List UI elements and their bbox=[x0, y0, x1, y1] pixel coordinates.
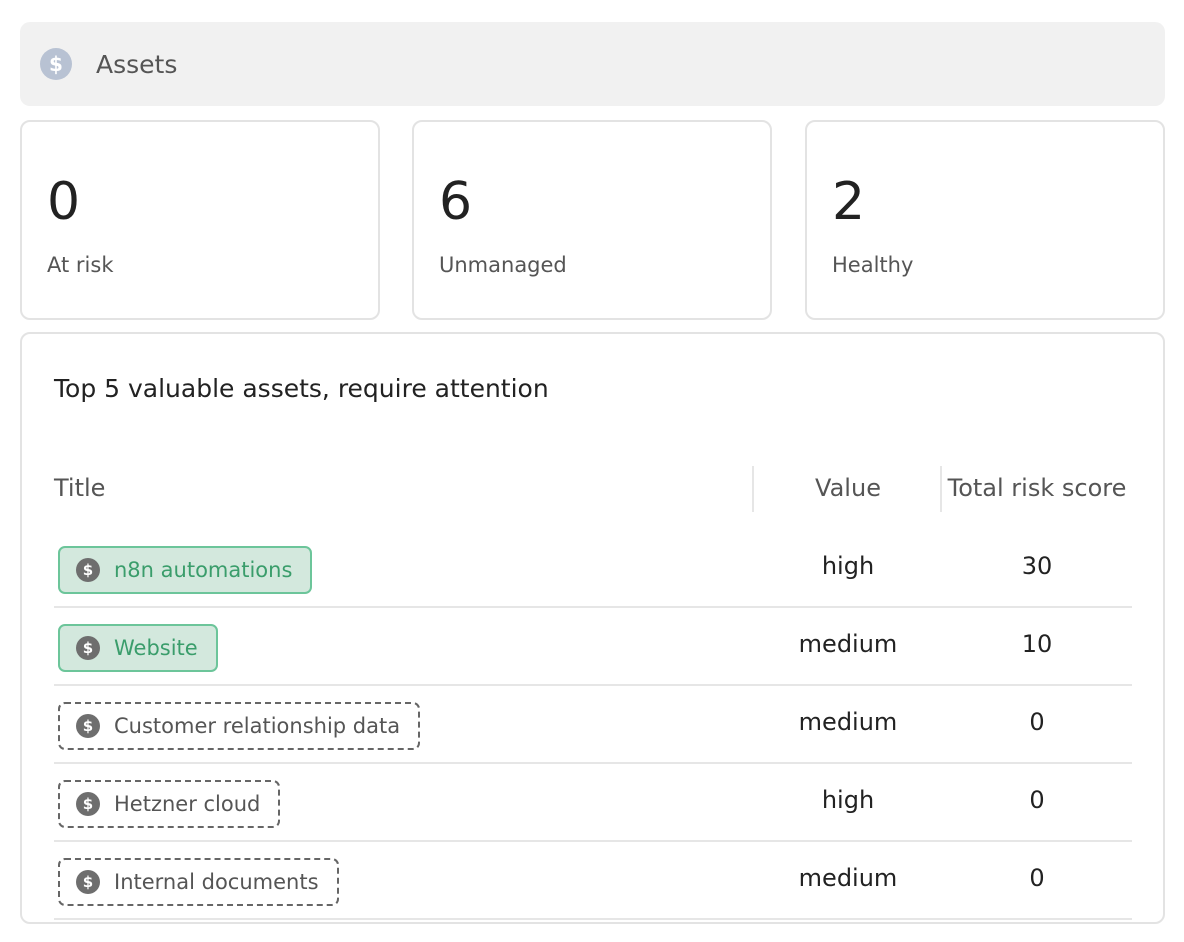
stat-card-unmanaged[interactable]: 6 Unmanaged bbox=[412, 120, 772, 320]
dollar-icon: $ bbox=[40, 48, 72, 80]
table-title: Top 5 valuable assets, require attention bbox=[54, 374, 549, 403]
asset-tag[interactable]: $ Hetzner cloud bbox=[58, 780, 281, 828]
stat-label: Unmanaged bbox=[439, 253, 567, 277]
asset-tag[interactable]: $ Website bbox=[58, 624, 218, 672]
stat-label: Healthy bbox=[832, 253, 914, 277]
table-row[interactable]: $ Customer relationship data medium 0 bbox=[54, 686, 1132, 764]
dollar-icon: $ bbox=[76, 792, 100, 816]
dollar-icon: $ bbox=[76, 870, 100, 894]
column-header-value[interactable]: Value bbox=[792, 474, 904, 502]
dollar-icon: $ bbox=[76, 558, 100, 582]
asset-risk-score: 0 bbox=[1029, 786, 1045, 814]
stat-value: 6 bbox=[439, 172, 473, 232]
dollar-icon: $ bbox=[76, 714, 100, 738]
stat-value: 2 bbox=[832, 172, 866, 232]
asset-title: Internal documents bbox=[114, 870, 319, 894]
table-row[interactable]: $ Hetzner cloud high 0 bbox=[54, 764, 1132, 842]
table-row[interactable]: $ n8n automations high 30 bbox=[54, 530, 1132, 608]
column-header-risk-score[interactable]: Total risk score bbox=[942, 474, 1132, 502]
dollar-icon: $ bbox=[76, 636, 100, 660]
assets-header: $ Assets bbox=[20, 22, 1165, 106]
page-title: Assets bbox=[96, 49, 178, 79]
asset-risk-score: 0 bbox=[1029, 708, 1045, 736]
asset-value: medium bbox=[798, 864, 898, 892]
stat-card-healthy[interactable]: 2 Healthy bbox=[805, 120, 1165, 320]
asset-value: medium bbox=[798, 708, 898, 736]
asset-value: high bbox=[821, 786, 875, 814]
asset-tag[interactable]: $ n8n automations bbox=[58, 546, 313, 594]
stat-card-at-risk[interactable]: 0 At risk bbox=[20, 120, 380, 320]
asset-title: Hetzner cloud bbox=[114, 792, 261, 816]
column-divider[interactable] bbox=[752, 466, 754, 512]
asset-value: high bbox=[821, 552, 875, 580]
top-assets-card: Top 5 valuable assets, require attention… bbox=[20, 332, 1165, 924]
asset-risk-score: 0 bbox=[1029, 864, 1045, 892]
asset-risk-score: 10 bbox=[1021, 630, 1053, 658]
asset-value: medium bbox=[798, 630, 898, 658]
column-header-title[interactable]: Title bbox=[54, 474, 105, 502]
asset-title: Customer relationship data bbox=[114, 714, 401, 738]
asset-tag[interactable]: $ Customer relationship data bbox=[58, 702, 421, 750]
asset-risk-score: 30 bbox=[1021, 552, 1053, 580]
asset-title: n8n automations bbox=[114, 558, 293, 582]
asset-table-body: $ n8n automations high 30 $ Website medi… bbox=[54, 530, 1132, 920]
stat-label: At risk bbox=[47, 253, 114, 277]
table-row[interactable]: $ Internal documents medium 0 bbox=[54, 842, 1132, 920]
asset-tag[interactable]: $ Internal documents bbox=[58, 858, 339, 906]
asset-title: Website bbox=[114, 636, 198, 660]
stat-value: 0 bbox=[47, 172, 81, 232]
table-row[interactable]: $ Website medium 10 bbox=[54, 608, 1132, 686]
